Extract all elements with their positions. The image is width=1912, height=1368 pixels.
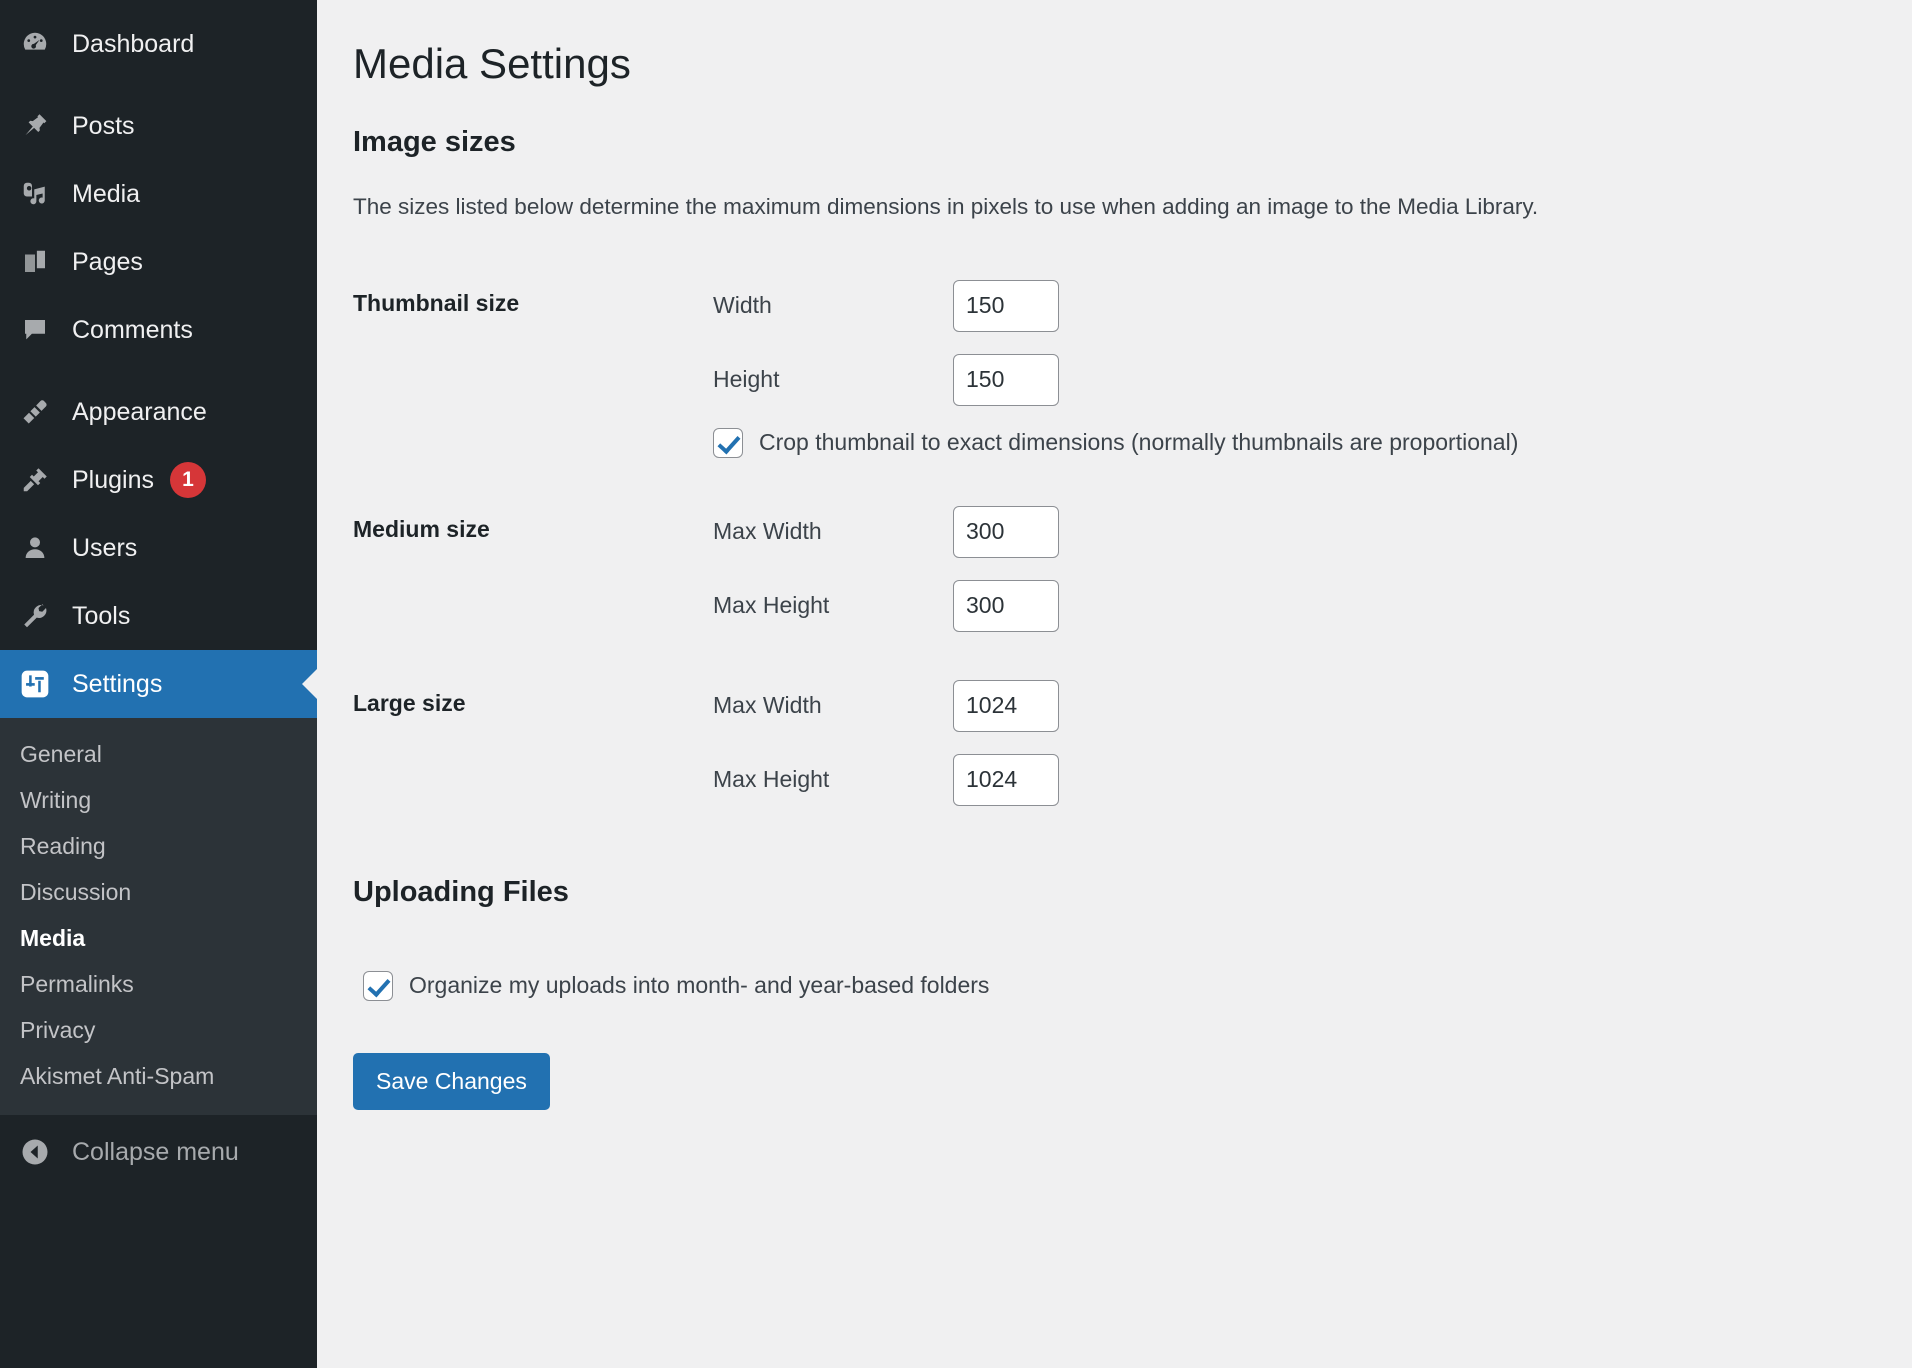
- dashboard-icon: [15, 29, 55, 59]
- medium-max-height-input[interactable]: [953, 580, 1059, 632]
- settings-submenu: General Writing Reading Discussion Media…: [0, 718, 317, 1115]
- sidebar-item-tools[interactable]: Tools: [0, 582, 317, 650]
- plug-icon: [15, 465, 55, 495]
- current-menu-arrow-icon: [302, 668, 318, 700]
- medium-max-width-label: Max Width: [713, 517, 953, 547]
- sidebar-item-appearance[interactable]: Appearance: [0, 378, 317, 446]
- image-sizes-heading: Image sizes: [353, 122, 1872, 191]
- sidebar-item-discussion[interactable]: Discussion: [0, 869, 317, 915]
- thumbnail-width-input[interactable]: [953, 280, 1059, 332]
- sidebar-item-media[interactable]: Media: [0, 160, 317, 228]
- image-sizes-table: Thumbnail size Width Height Crop thum: [353, 256, 1872, 830]
- sidebar-divider: [0, 78, 317, 92]
- organize-uploads-checkbox[interactable]: [363, 971, 393, 1001]
- sidebar-item-label: Comments: [72, 318, 193, 343]
- page-title: Media Settings: [353, 28, 1872, 122]
- collapse-menu-button[interactable]: Collapse menu: [0, 1137, 317, 1167]
- sidebar-item-writing[interactable]: Writing: [0, 777, 317, 823]
- sidebar-item-label: Pages: [72, 250, 143, 275]
- uploading-files-heading: Uploading Files: [353, 872, 1872, 913]
- sidebar-item-label: Appearance: [72, 400, 207, 425]
- sidebar-item-label: Posts: [72, 114, 135, 139]
- crop-thumbnail-row: Crop thumbnail to exact dimensions (norm…: [713, 428, 1862, 458]
- sidebar-item-media-settings[interactable]: Media: [0, 915, 317, 961]
- sidebar-item-general[interactable]: General: [0, 731, 317, 777]
- medium-max-height-label: Max Height: [713, 591, 953, 621]
- crop-thumbnail-label[interactable]: Crop thumbnail to exact dimensions (norm…: [759, 428, 1518, 458]
- sidebar-item-users[interactable]: Users: [0, 514, 317, 582]
- sidebar-item-label: Tools: [72, 604, 130, 629]
- image-sizes-description: The sizes listed below determine the max…: [353, 190, 1872, 246]
- sidebar-item-label: Users: [72, 536, 137, 561]
- collapse-menu-region: Collapse menu: [0, 1115, 317, 1195]
- sidebar-item-permalinks[interactable]: Permalinks: [0, 961, 317, 1007]
- comments-icon: [15, 315, 55, 345]
- medium-size-label: Medium size: [353, 482, 713, 656]
- crop-thumbnail-checkbox[interactable]: [713, 428, 743, 458]
- sidebar-item-pages[interactable]: Pages: [0, 228, 317, 296]
- sidebar-item-label: Media: [72, 182, 140, 207]
- main-content: Media Settings Image sizes The sizes lis…: [317, 0, 1912, 1368]
- sidebar-item-reading[interactable]: Reading: [0, 823, 317, 869]
- sidebar-item-akismet-anti-spam[interactable]: Akismet Anti-Spam: [0, 1053, 317, 1099]
- admin-sidebar: Dashboard Posts Media: [0, 0, 317, 1368]
- plugins-update-badge: 1: [170, 462, 206, 498]
- paintbrush-icon: [15, 397, 55, 427]
- organize-uploads-row: Organize my uploads into month- and year…: [353, 971, 1872, 1001]
- large-size-fields: Max Width Max Height: [713, 656, 1872, 830]
- settings-sliders-icon: [15, 668, 55, 700]
- table-row-thumbnail-size: Thumbnail size Width Height Crop thum: [353, 256, 1872, 482]
- sidebar-item-privacy[interactable]: Privacy: [0, 1007, 317, 1053]
- medium-size-fields: Max Width Max Height: [713, 482, 1872, 656]
- large-max-width-row: Max Width: [713, 680, 1862, 732]
- sidebar-divider: [0, 364, 317, 378]
- uploading-files-section: Uploading Files Organize my uploads into…: [353, 830, 1872, 1001]
- collapse-menu-label: Collapse menu: [72, 1138, 239, 1167]
- large-max-width-input[interactable]: [953, 680, 1059, 732]
- wrench-icon: [15, 601, 55, 631]
- sidebar-item-comments[interactable]: Comments: [0, 296, 317, 364]
- thumbnail-width-label: Width: [713, 291, 953, 321]
- large-size-label: Large size: [353, 656, 713, 830]
- table-row-large-size: Large size Max Width Max Height: [353, 656, 1872, 830]
- sidebar-item-posts[interactable]: Posts: [0, 92, 317, 160]
- sidebar-item-dashboard[interactable]: Dashboard: [0, 10, 317, 78]
- table-row-medium-size: Medium size Max Width Max Height: [353, 482, 1872, 656]
- thumbnail-size-label: Thumbnail size: [353, 256, 713, 482]
- submit-area: Save Changes: [353, 1001, 1872, 1150]
- sidebar-item-label: Dashboard: [72, 32, 194, 57]
- large-max-width-label: Max Width: [713, 691, 953, 721]
- thumbnail-height-label: Height: [713, 365, 953, 395]
- thumbnail-size-fields: Width Height Crop thumbnail to exact dim…: [713, 256, 1872, 482]
- sidebar-item-plugins[interactable]: Plugins 1: [0, 446, 317, 514]
- pin-icon: [15, 111, 55, 141]
- media-icon: [15, 179, 55, 209]
- thumbnail-height-input[interactable]: [953, 354, 1059, 406]
- admin-screen: Dashboard Posts Media: [0, 0, 1912, 1368]
- medium-max-width-row: Max Width: [713, 506, 1862, 558]
- sidebar-item-label: Plugins: [72, 468, 154, 493]
- large-max-height-label: Max Height: [713, 765, 953, 795]
- thumbnail-height-row: Height: [713, 354, 1862, 406]
- user-icon: [15, 533, 55, 563]
- sidebar-item-label: Settings: [72, 672, 162, 697]
- collapse-left-arrow-icon: [15, 1137, 55, 1167]
- save-changes-button[interactable]: Save Changes: [353, 1053, 550, 1110]
- sidebar-item-settings[interactable]: Settings: [0, 650, 317, 718]
- large-max-height-input[interactable]: [953, 754, 1059, 806]
- pages-icon: [15, 247, 55, 277]
- large-max-height-row: Max Height: [713, 754, 1862, 806]
- medium-max-height-row: Max Height: [713, 580, 1862, 632]
- organize-uploads-label[interactable]: Organize my uploads into month- and year…: [409, 971, 989, 1001]
- thumbnail-width-row: Width: [713, 280, 1862, 332]
- medium-max-width-input[interactable]: [953, 506, 1059, 558]
